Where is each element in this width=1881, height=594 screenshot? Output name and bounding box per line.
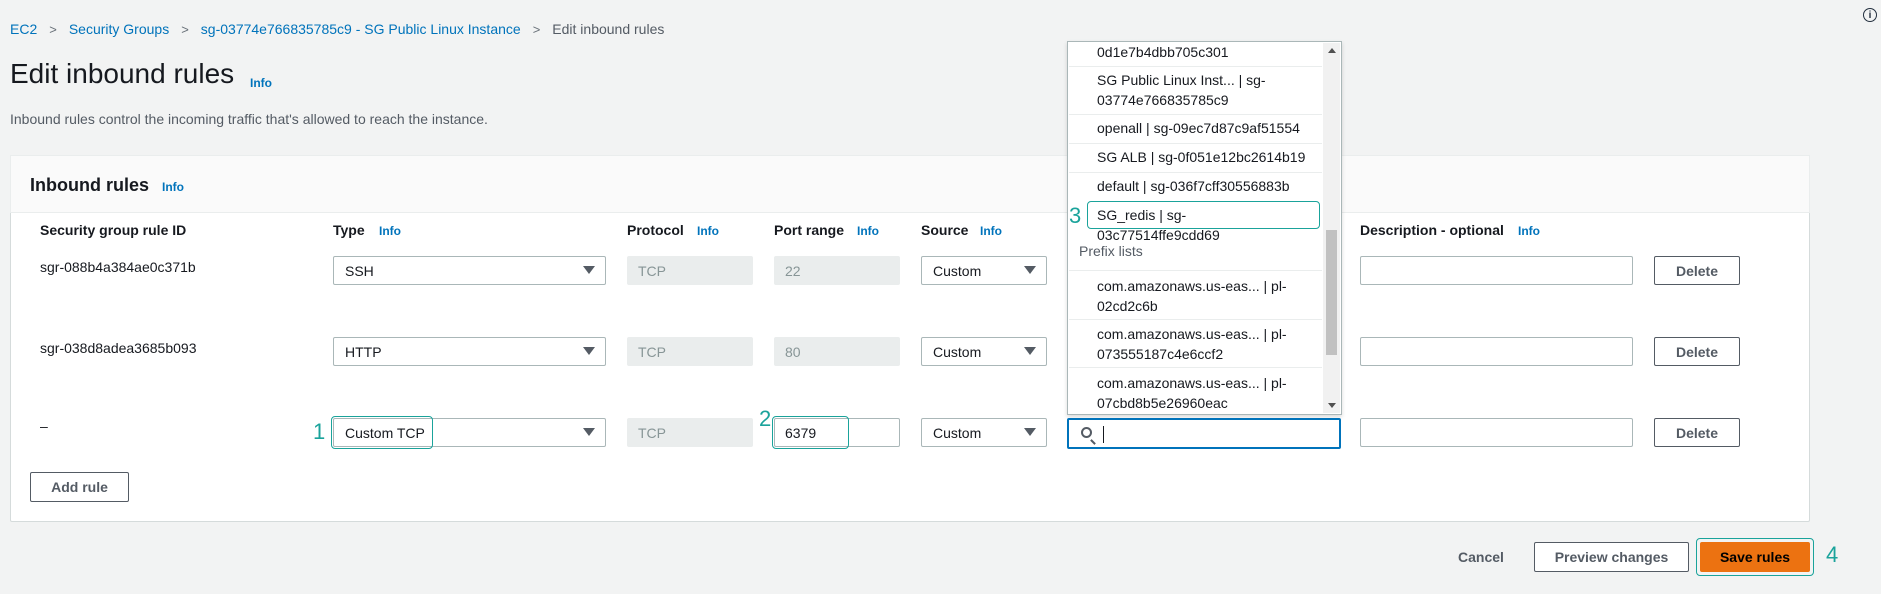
caret-down-icon (583, 428, 595, 436)
chevron-right-icon: > (532, 21, 541, 37)
source-select[interactable]: Custom (921, 256, 1047, 285)
caret-down-icon (1024, 428, 1036, 436)
type-select[interactable]: SSH (333, 256, 606, 285)
description-info-link[interactable]: Info (1518, 224, 1540, 238)
column-header-port-range: Port range (774, 222, 845, 238)
add-rule-button[interactable]: Add rule (30, 472, 129, 502)
divider (1069, 270, 1322, 271)
page-title: Edit inbound rules (10, 58, 235, 89)
breadcrumb-current: Edit inbound rules (552, 21, 665, 37)
info-circle-icon[interactable]: i (1863, 8, 1877, 22)
protocol-field: TCP (627, 256, 753, 285)
delete-button[interactable]: Delete (1654, 418, 1740, 447)
protocol-info-link[interactable]: Info (697, 224, 719, 238)
type-select[interactable]: HTTP (333, 337, 606, 366)
protocol-field: TCP (627, 418, 753, 447)
source-info-link[interactable]: Info (980, 224, 1002, 238)
annotation-number: 1 (313, 419, 326, 444)
breadcrumb-security-group[interactable]: sg-03774e766835785c9 - SG Public Linux I… (201, 21, 521, 37)
delete-button[interactable]: Delete (1654, 256, 1740, 285)
dropdown-option[interactable]: SG Public Linux Inst... | sg-03774e76683… (1097, 70, 1307, 110)
dropdown-option[interactable]: default | sg-036f7cff30556883b (1097, 176, 1307, 196)
source-search-input[interactable] (1067, 418, 1341, 449)
dropdown-option[interactable]: com.amazonaws.us-eas... | pl-02cd2c6b (1097, 276, 1307, 316)
divider (1069, 319, 1322, 320)
search-icon (1081, 427, 1092, 438)
protocol-field: TCP (627, 337, 753, 366)
dropdown-option[interactable]: com.amazonaws.us-eas... | pl-073555187c4… (1097, 324, 1307, 364)
rule-id: sgr-038d8adea3685b093 (40, 340, 197, 356)
divider (1069, 172, 1322, 173)
annotation-number: 4 (1826, 542, 1839, 567)
port-range-field: 22 (774, 256, 900, 285)
delete-button[interactable]: Delete (1654, 337, 1740, 366)
annotation-highlight (772, 416, 849, 449)
description-field[interactable] (1360, 256, 1633, 285)
breadcrumb-security-groups[interactable]: Security Groups (69, 21, 169, 37)
port-range-info-link[interactable]: Info (857, 224, 879, 238)
scroll-thumb[interactable] (1326, 230, 1337, 355)
divider (1069, 114, 1322, 115)
type-select-value: SSH (345, 262, 374, 279)
caret-down-icon (1024, 266, 1036, 274)
source-select[interactable]: Custom (921, 337, 1047, 366)
divider (1069, 367, 1322, 368)
caret-down-icon (583, 347, 595, 355)
annotation-number: 2 (759, 406, 772, 431)
dropdown-option[interactable]: com.amazonaws.us-eas... | pl-07cbd8b5e26… (1097, 373, 1307, 413)
cancel-button[interactable]: Cancel (1458, 549, 1504, 565)
port-range-field: 80 (774, 337, 900, 366)
dropdown-option[interactable]: 0d1e7b4dbb705c301 (1097, 42, 1307, 62)
column-header-type: Type (333, 222, 365, 238)
source-select-value: Custom (933, 343, 982, 360)
chevron-right-icon: > (181, 21, 189, 37)
description-field[interactable] (1360, 337, 1633, 366)
column-header-protocol: Protocol (627, 222, 684, 238)
scroll-down-icon[interactable] (1328, 403, 1336, 408)
rule-id: – (40, 418, 48, 434)
breadcrumb: EC2 > Security Groups > sg-03774e7668357… (10, 20, 664, 38)
annotation-number: 3 (1069, 203, 1082, 228)
column-header-source: Source (921, 222, 969, 238)
page-info-link[interactable]: Info (250, 76, 272, 90)
divider (1069, 66, 1322, 67)
dropdown-option[interactable]: SG ALB | sg-0f051e12bc2614b19 (1097, 147, 1307, 167)
type-select-value: HTTP (345, 343, 382, 360)
text-cursor (1103, 426, 1104, 443)
source-select-value: Custom (933, 262, 982, 279)
rule-id: sgr-088b4a384ae0c371b (40, 259, 196, 275)
column-header-description: Description - optional (1360, 222, 1504, 238)
panel-header (10, 155, 1810, 213)
panel-info-link[interactable]: Info (162, 180, 184, 194)
chevron-right-icon: > (49, 21, 57, 37)
dropdown-scrollbar[interactable] (1323, 43, 1340, 413)
annotation-highlight (1087, 201, 1320, 229)
annotation-highlight (1696, 538, 1814, 576)
dropdown-group-label: Prefix lists (1079, 243, 1143, 259)
source-select-value: Custom (933, 424, 982, 441)
type-info-link[interactable]: Info (379, 224, 401, 238)
preview-changes-button[interactable]: Preview changes (1534, 542, 1689, 572)
column-header-rule-id: Security group rule ID (40, 222, 187, 238)
scroll-up-icon[interactable] (1328, 48, 1336, 53)
caret-down-icon (583, 266, 595, 274)
source-select[interactable]: Custom (921, 418, 1047, 447)
page-description: Inbound rules control the incoming traff… (10, 111, 488, 127)
description-field[interactable] (1360, 418, 1633, 447)
dropdown-option[interactable]: openall | sg-09ec7d87c9af51554 (1097, 118, 1307, 138)
panel-title: Inbound rules (30, 175, 149, 195)
divider (1069, 143, 1322, 144)
breadcrumb-ec2[interactable]: EC2 (10, 21, 37, 37)
caret-down-icon (1024, 347, 1036, 355)
annotation-highlight (331, 416, 433, 449)
